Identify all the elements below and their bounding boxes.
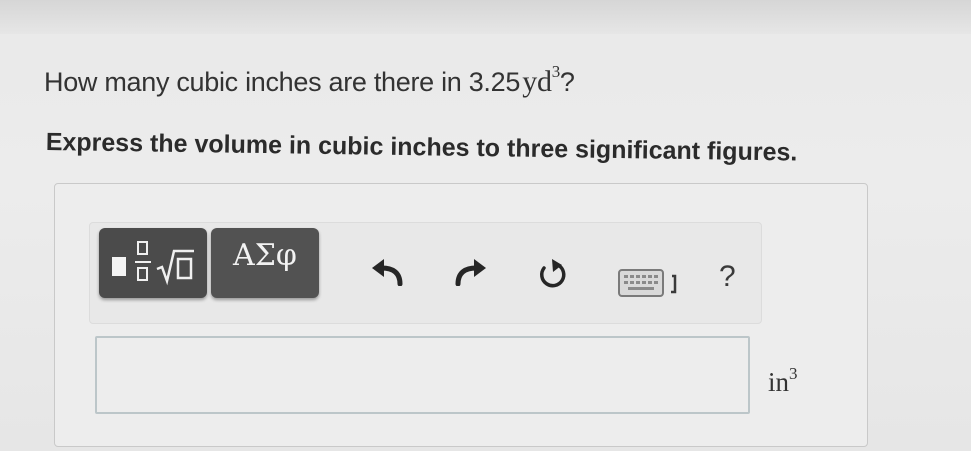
undo-arrow-icon[interactable] (370, 258, 404, 286)
question-unit-exponent: 3 (551, 62, 561, 81)
templates-button[interactable] (99, 228, 207, 298)
template-square-icon (112, 257, 126, 276)
redo-arrow-icon[interactable] (454, 258, 488, 286)
fraction-template-icon (135, 237, 151, 289)
keyboard-icon[interactable] (616, 266, 686, 300)
answer-unit-label: in (768, 367, 790, 397)
answer-input[interactable] (95, 336, 750, 414)
question-suffix: ? (559, 67, 575, 97)
question-text: How many cubic inches are there in 3.25 … (44, 62, 575, 99)
greek-symbols-label: ΑΣφ (233, 238, 297, 273)
sqrt-template-icon (156, 249, 194, 286)
answer-unit-exponent: 3 (789, 364, 798, 383)
question-quantity: 3.25 yd3 (468, 62, 561, 98)
reset-circular-arrow-icon[interactable] (536, 257, 570, 291)
instruction-text: Express the volume in cubic inches to th… (45, 128, 798, 167)
question-unit: yd (522, 65, 552, 98)
help-button[interactable]: ? (719, 260, 736, 294)
question-prefix: How many cubic inches are there in (44, 67, 462, 97)
answer-unit: in3 (768, 364, 798, 398)
top-edge (0, 0, 971, 34)
question-value: 3.25 (468, 67, 521, 97)
greek-symbols-button[interactable]: ΑΣφ (211, 228, 319, 298)
